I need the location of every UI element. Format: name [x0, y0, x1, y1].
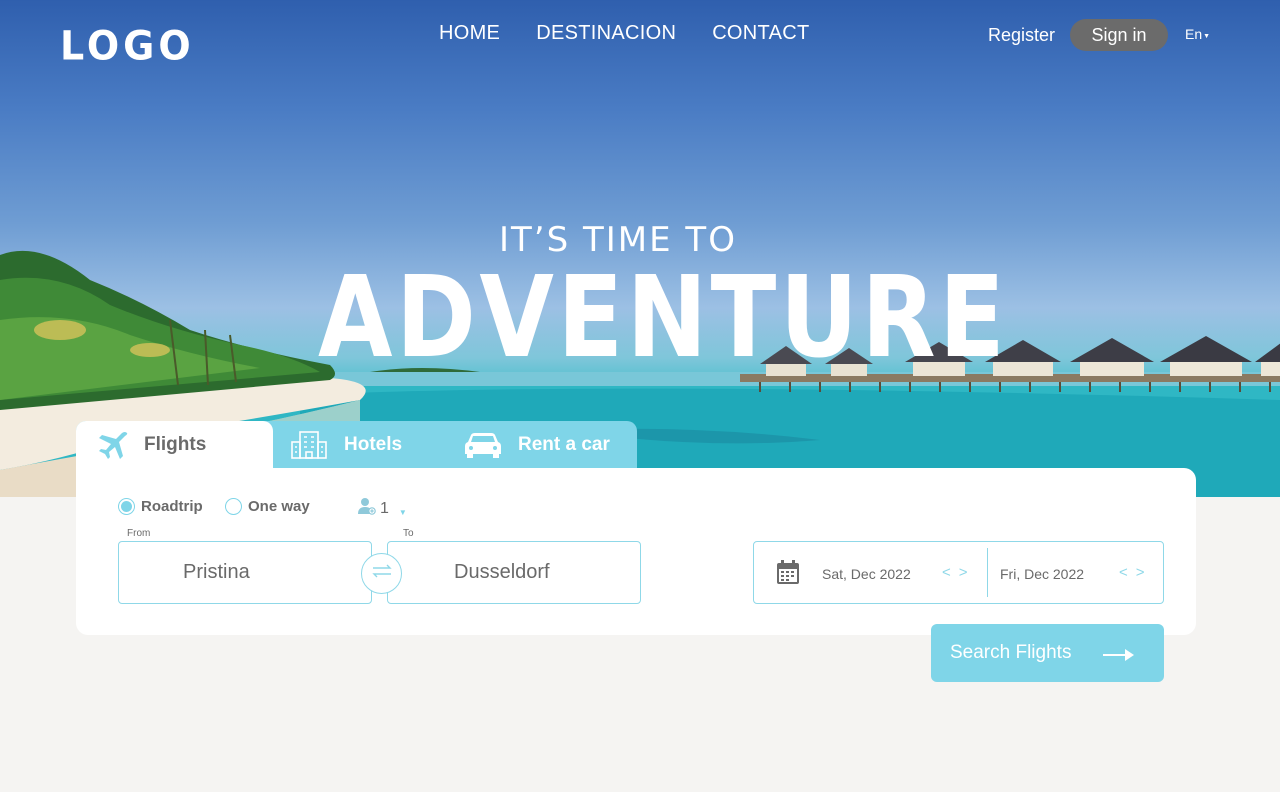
language-label: En [1185, 26, 1203, 42]
register-link[interactable]: Register [988, 25, 1055, 46]
search-flights-button[interactable]: Search Flights [931, 624, 1164, 682]
sign-in-button[interactable]: Sign in [1070, 19, 1168, 51]
add-person-icon [358, 497, 376, 520]
chevron-down-icon: ▼ [1203, 33, 1211, 40]
airplane-icon [98, 430, 128, 460]
car-icon [464, 431, 502, 459]
tab-rent-a-car-label: Rent a car [518, 433, 610, 455]
radio-one-way-label: One way [248, 498, 310, 515]
hotel-icon [290, 430, 328, 460]
from-label: From [127, 528, 151, 539]
passenger-selector[interactable]: 1 ▼ [358, 497, 407, 520]
date-range-picker: Sat, Dec 2022 < > Fri, Dec 2022 < > [753, 541, 1164, 604]
swap-icon [371, 564, 393, 583]
nav-destinacion[interactable]: DESTINACION [536, 22, 676, 45]
from-value: Pristina [183, 561, 250, 583]
divider [987, 548, 988, 597]
chevron-down-icon: ▼ [398, 508, 407, 517]
tab-hotels-label: Hotels [344, 433, 403, 455]
depart-date[interactable]: Sat, Dec 2022 [822, 566, 911, 582]
swap-locations-button[interactable] [361, 553, 402, 594]
to-field[interactable]: Dusseldorf [387, 541, 641, 604]
logo[interactable]: LOGO [60, 23, 195, 69]
nav-home[interactable]: HOME [439, 22, 500, 45]
calendar-icon[interactable] [776, 560, 800, 590]
radio-unchecked-icon [225, 498, 242, 515]
return-date[interactable]: Fri, Dec 2022 [1000, 566, 1084, 582]
booking-tabs: Flights Hotels Rent a car [76, 421, 637, 468]
tab-hotels[interactable]: Hotels [290, 421, 402, 468]
next-date-button[interactable]: > [1136, 564, 1145, 581]
tab-flights-label: Flights [144, 433, 207, 455]
next-date-button[interactable]: > [959, 564, 968, 581]
prev-date-button[interactable]: < [942, 564, 951, 581]
radio-roadtrip[interactable]: Roadtrip [118, 498, 203, 515]
passenger-count: 1 [380, 499, 389, 517]
radio-one-way[interactable]: One way [225, 498, 310, 515]
hero-headline: ADVENTURE [318, 253, 1009, 383]
depart-date-nav: < > [942, 564, 968, 581]
prev-date-button[interactable]: < [1119, 564, 1128, 581]
nav-contact[interactable]: CONTACT [712, 22, 809, 45]
tab-rent-a-car[interactable]: Rent a car [464, 421, 610, 468]
arrow-right-icon [1103, 646, 1135, 668]
tab-flights[interactable]: Flights [76, 421, 273, 468]
from-field[interactable]: Pristina [118, 541, 372, 604]
language-selector[interactable]: En ▼ [1185, 26, 1210, 42]
to-value: Dusseldorf [454, 561, 550, 583]
radio-roadtrip-label: Roadtrip [141, 498, 203, 515]
to-label: To [403, 528, 414, 539]
search-flights-label: Search Flights [950, 642, 1072, 663]
flight-search-form: Roadtrip One way 1 ▼ From Pristina To Du… [76, 468, 1196, 635]
main-nav: HOME DESTINACION CONTACT [439, 22, 809, 45]
return-date-nav: < > [1119, 564, 1145, 581]
radio-checked-icon [118, 498, 135, 515]
